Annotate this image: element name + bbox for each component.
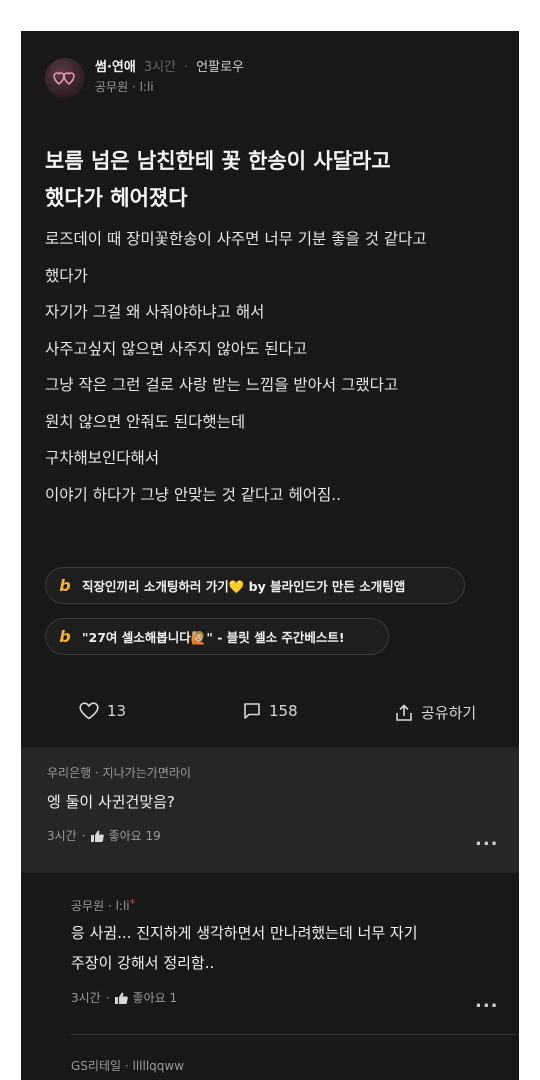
- post-time: 3시간: [143, 60, 177, 75]
- category-name[interactable]: 썸·연애: [95, 60, 136, 75]
- author-name: l:li: [139, 80, 154, 94]
- comment-footer: 3시간 · 좋아요 19: [47, 827, 161, 844]
- reply-text-line: 주장이 강해서 정리함..: [71, 954, 215, 972]
- comment-like-label[interactable]: 좋아요 19: [109, 827, 161, 844]
- comment-meta: 우리은행 · 지나가는가면라이: [47, 766, 191, 780]
- reply-like-label[interactable]: 좋아요 1: [133, 989, 178, 1006]
- post-actions: 13 158 공유하기: [21, 702, 519, 732]
- post-body-line: 구차해보인다해서: [45, 449, 160, 467]
- post-body: 로즈데이 때 장미꽃한송이 사주면 너무 기분 좋을 것 같다고 했다가 자기가…: [45, 221, 505, 513]
- like-button[interactable]: 13: [79, 702, 126, 720]
- reply-company[interactable]: GS리테일: [71, 1059, 121, 1073]
- reply-meta: 공무원 · l:li*: [71, 897, 136, 913]
- comment-time: 3시간: [47, 829, 77, 843]
- share-label: 공유하기: [421, 704, 477, 722]
- author-mark: *: [129, 897, 136, 910]
- reply-footer: 3시간 · 좋아요 1: [71, 989, 177, 1006]
- post-title-line: 했다가 헤어졌다: [45, 186, 188, 210]
- avatar[interactable]: [45, 58, 85, 98]
- post-body-line: 로즈데이 때 장미꽃한송이 사주면 너무 기분 좋을 것 같다고: [45, 230, 427, 248]
- like-count: 13: [107, 702, 127, 720]
- more-icon[interactable]: ...: [475, 829, 499, 850]
- post: 썸·연애 3시간 · 언팔로우 공무원 · l:li 보름 넘은 남친한테 꽃 한송이…: [21, 31, 519, 747]
- comment-count: 158: [269, 702, 298, 720]
- reply-thread: 공무원 · l:li* 응 사귐... 진지하게 생각하면서 만나려했는데 너무…: [21, 873, 519, 1080]
- post-title: 보름 넘은 남친한테 꽃 한송이 사달라고 했다가 헤어졌다: [45, 143, 505, 217]
- comment-company[interactable]: 우리은행: [47, 766, 91, 780]
- post-header: 썸·연애 3시간 · 언팔로우 공무원 · l:li: [45, 58, 505, 98]
- separator-dot: ·: [105, 990, 110, 1005]
- post-body-line: 했다가: [45, 266, 88, 285]
- thumbs-up-icon[interactable]: [114, 992, 128, 1004]
- reply-text-line: 응 사귐... 진지하게 생각하면서 만나려했는데 너무 자기: [71, 924, 418, 942]
- unfollow-button[interactable]: 언팔로우: [196, 60, 244, 75]
- post-body-line: 원치 않으면 안줘도 된다햇는데: [45, 412, 246, 431]
- author-line: 공무원 · l:li: [95, 80, 154, 94]
- ad-banner-blind-date[interactable]: b 직장인끼리 소개팅하러 가기💛 by 블라인드가 만든 소개팅앱: [45, 567, 465, 604]
- share-icon: [396, 703, 412, 721]
- app-frame: 썸·연애 3시간 · 언팔로우 공무원 · l:li 보름 넘은 남친한테 꽃 한송이…: [21, 31, 519, 1080]
- separator-dot: ·: [184, 60, 189, 75]
- post-title-line: 보름 넘은 남친한테 꽃 한송이 사달라고: [45, 149, 391, 173]
- hearts-icon: [53, 72, 75, 85]
- ad-banner-weekly-best[interactable]: b "27여 셀소해봅니다🙋🏼" - 블릿 셀소 주간베스트!: [45, 618, 389, 655]
- blind-b-logo: b: [59, 575, 71, 595]
- reply-nickname: l:li: [115, 899, 130, 913]
- reply-time: 3시간: [71, 991, 101, 1005]
- comment-text: 엥 둘이 사귄건맞음?: [47, 793, 175, 811]
- ad-text: "27여 셀소해봅니다🙋🏼" - 블릿 셀소 주간베스트!: [82, 630, 345, 645]
- post-body-line: 자기가 그걸 왜 사줘야하냐고 해서: [45, 303, 265, 321]
- post-body-line: 그냥 작은 그런 걸로 사랑 받는 느낌을 받아서 그랬다고: [45, 376, 399, 394]
- reply-text: 응 사귐... 진지하게 생각하면서 만나려했는데 너무 자기 주장이 강해서 …: [71, 918, 491, 978]
- reply-company[interactable]: 공무원: [71, 899, 104, 913]
- separator-dot: ·: [81, 828, 86, 843]
- post-body-line: 이야기 하다가 그냥 안맞는 것 같다고 헤어짐..: [45, 485, 342, 504]
- comment-nickname: 지나가는가면라이: [102, 766, 191, 780]
- comment-icon: [244, 703, 260, 719]
- post-body-line: 사주고싶지 않으면 사주지 않아도 된다고: [45, 339, 308, 358]
- thumbs-up-icon[interactable]: [90, 830, 104, 842]
- ad-text: 직장인끼리 소개팅하러 가기💛 by 블라인드가 만든 소개팅앱: [82, 579, 406, 594]
- more-icon[interactable]: ...: [475, 991, 499, 1012]
- share-button[interactable]: 공유하기: [395, 702, 476, 723]
- category-line: 썸·연애 3시간 · 언팔로우: [95, 56, 244, 75]
- divider: [71, 1034, 519, 1035]
- heart-icon: [79, 702, 99, 720]
- comment-button[interactable]: 158: [243, 702, 298, 720]
- reply-meta: GS리테일 · lllllqqww: [71, 1059, 185, 1073]
- reply-nickname: lllllqqww: [132, 1059, 185, 1073]
- author-company[interactable]: 공무원: [95, 80, 128, 94]
- blind-b-logo: b: [59, 626, 71, 646]
- comment: 우리은행 · 지나가는가면라이 엥 둘이 사귄건맞음? 3시간 · 좋아요 19…: [21, 747, 519, 873]
